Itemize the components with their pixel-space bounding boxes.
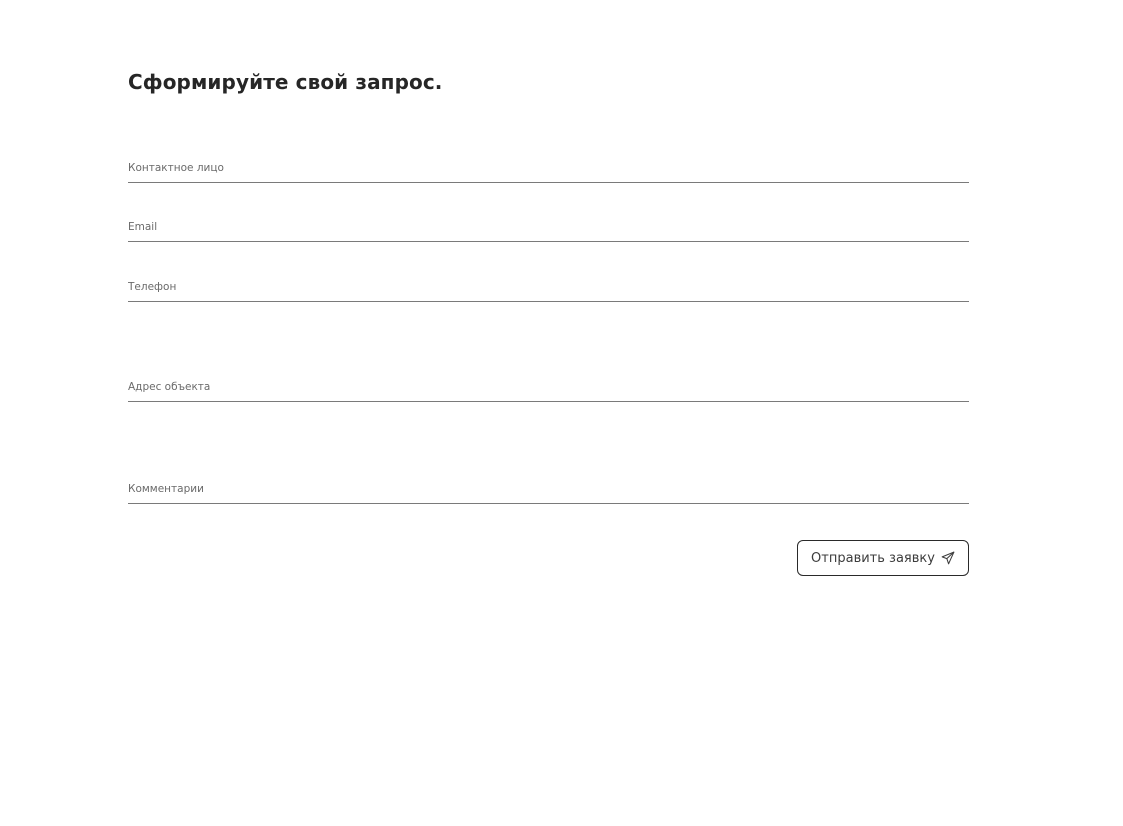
email-input[interactable]	[128, 221, 969, 241]
object-address-input[interactable]	[128, 381, 969, 401]
send-icon	[941, 551, 955, 565]
phone-input[interactable]	[128, 281, 969, 301]
comments-field	[128, 483, 969, 504]
form-title: Сформируйте свой запрос.	[128, 70, 443, 94]
submit-request-button[interactable]: Отправить заявку	[797, 540, 969, 576]
comments-input[interactable]	[128, 483, 969, 503]
contact-person-field	[128, 162, 969, 183]
contact-person-input[interactable]	[128, 162, 969, 182]
email-field	[128, 221, 969, 242]
object-address-field	[128, 381, 969, 402]
phone-field	[128, 281, 969, 302]
submit-button-label: Отправить заявку	[811, 550, 935, 566]
